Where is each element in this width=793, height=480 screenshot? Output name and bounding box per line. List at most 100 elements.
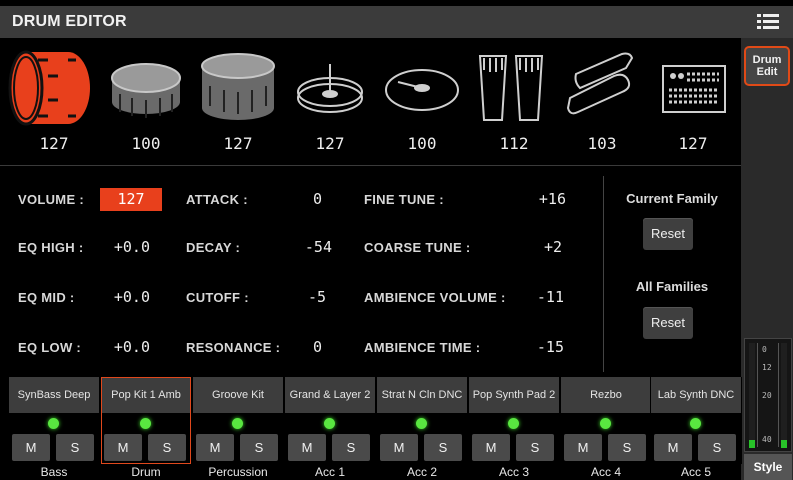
attack-label: ATTACK : — [186, 192, 248, 207]
coarse-tune-value[interactable]: +2 — [510, 238, 562, 256]
selected-track-frame — [101, 377, 191, 464]
volume-label: VOLUME : — [18, 192, 84, 207]
fine-tune-value[interactable]: +16 — [510, 190, 566, 208]
reset-current-family-button[interactable]: Reset — [643, 218, 693, 250]
current-family-label: Current Family — [626, 191, 718, 206]
solo-button[interactable]: S — [698, 434, 736, 461]
page-title: DRUM EDITOR — [12, 13, 127, 30]
shaker-icon — [566, 52, 634, 115]
family-hihat[interactable]: 127 — [284, 40, 376, 162]
track-acc3: Pop Synth Pad 2 M S — [468, 377, 560, 464]
family-tom[interactable]: 127 — [192, 40, 284, 162]
drum-edit-label-1: Drum — [752, 54, 782, 66]
kick-drum-icon — [8, 50, 90, 126]
mute-button[interactable]: M — [288, 434, 326, 461]
track-label-acc5: Acc 5 — [680, 465, 711, 479]
mute-button[interactable]: M — [654, 434, 692, 461]
solo-button[interactable]: S — [424, 434, 462, 461]
all-families-label: All Families — [635, 279, 709, 294]
track-label-acc4: Acc 4 — [590, 465, 621, 479]
track-sound-name[interactable]: Groove Kit — [193, 377, 283, 413]
mute-button[interactable]: M — [380, 434, 418, 461]
family-shaker[interactable]: 103 — [556, 40, 648, 162]
family-drum-machine[interactable]: 127 — [647, 40, 739, 162]
track-label-acc3: Acc 3 — [498, 465, 529, 479]
tom-drum-icon — [201, 53, 275, 120]
track-percussion: Groove Kit M S — [192, 377, 284, 464]
volume-value-field[interactable]: 127 — [100, 188, 162, 211]
eq-high-value[interactable]: +0.0 — [100, 238, 150, 256]
drum-edit-button[interactable]: Drum Edit — [744, 46, 790, 86]
meter-tick-0: 0 — [762, 345, 767, 354]
track-acc4: Rezbo M S — [560, 377, 652, 464]
solo-button[interactable]: S — [608, 434, 646, 461]
track-sound-name[interactable]: Strat N Cln DNC — [377, 377, 467, 413]
track-label-drum: Drum — [131, 465, 161, 479]
reset-all-families-button[interactable]: Reset — [643, 307, 693, 339]
family-snare[interactable]: 100 — [100, 40, 192, 162]
mute-button[interactable]: M — [564, 434, 602, 461]
hihat-cymbal-icon — [297, 64, 363, 113]
resonance-value[interactable]: 0 — [286, 338, 322, 356]
track-sound-name[interactable]: Pop Synth Pad 2 — [469, 377, 559, 413]
eq-mid-value[interactable]: +0.0 — [100, 288, 150, 306]
track-sound-name[interactable]: Grand & Layer 2 — [285, 377, 375, 413]
solo-button[interactable]: S — [332, 434, 370, 461]
family-kick[interactable]: 127 — [8, 40, 100, 162]
decay-label: DECAY : — [186, 240, 241, 255]
family-ride[interactable]: 100 — [376, 40, 468, 162]
track-acc2: Strat N Cln DNC M S — [376, 377, 468, 464]
eq-low-value[interactable]: +0.0 — [100, 338, 150, 356]
ambience-volume-label: AMBIENCE VOLUME : — [364, 290, 506, 305]
track-label-bass: Bass — [40, 465, 68, 479]
cutoff-label: CUTOFF : — [186, 290, 249, 305]
track-label-acc1: Acc 1 — [314, 465, 345, 479]
hamburger-menu-icon[interactable] — [757, 14, 779, 30]
track-active-led — [416, 418, 427, 429]
meter-tick-40: 40 — [762, 435, 772, 444]
family-value: 112 — [499, 134, 529, 153]
ambience-time-value[interactable]: -15 — [520, 338, 564, 356]
attack-value[interactable]: 0 — [286, 190, 322, 208]
track-acc1: Grand & Layer 2 M S — [284, 377, 376, 464]
drum-edit-label-2: Edit — [756, 66, 778, 78]
meter-right — [781, 343, 787, 448]
ride-cymbal-icon — [385, 69, 459, 111]
drum-machine-icon — [662, 65, 726, 113]
track-active-led — [232, 418, 243, 429]
track-bass: SynBass Deep M S — [8, 377, 100, 464]
family-value: 127 — [39, 134, 69, 153]
family-value: 100 — [407, 134, 437, 153]
style-button[interactable]: Style — [744, 454, 792, 480]
family-value: 103 — [587, 134, 617, 153]
mute-button[interactable]: M — [196, 434, 234, 461]
ambience-time-label: AMBIENCE TIME : — [364, 340, 481, 355]
mute-button[interactable]: M — [12, 434, 50, 461]
cutoff-value[interactable]: -5 — [286, 288, 326, 306]
ambience-volume-value[interactable]: -11 — [520, 288, 564, 306]
decay-value[interactable]: -54 — [286, 238, 332, 256]
family-conga[interactable]: 112 — [468, 40, 560, 162]
header-bar: DRUM EDITOR — [0, 6, 793, 38]
eq-low-label: EQ LOW : — [18, 340, 82, 355]
meter-scale: 0 12 20 40 — [757, 343, 779, 447]
level-meter: 0 12 20 40 — [744, 338, 792, 452]
track-active-led — [690, 418, 701, 429]
track-acc5: Lab Synth DNC M S — [650, 377, 742, 464]
divider — [0, 165, 741, 166]
track-sound-name[interactable]: Lab Synth DNC — [651, 377, 741, 413]
track-active-led — [324, 418, 335, 429]
track-label-acc2: Acc 2 — [406, 465, 437, 479]
solo-button[interactable]: S — [56, 434, 94, 461]
fine-tune-label: FINE TUNE : — [364, 192, 444, 207]
conga-icon — [478, 55, 544, 121]
track-sound-name[interactable]: Rezbo — [561, 377, 651, 413]
eq-mid-label: EQ MID : — [18, 290, 75, 305]
family-value: 100 — [131, 134, 161, 153]
solo-button[interactable]: S — [516, 434, 554, 461]
track-sound-name[interactable]: SynBass Deep — [9, 377, 99, 413]
track-active-led — [600, 418, 611, 429]
solo-button[interactable]: S — [240, 434, 278, 461]
eq-high-label: EQ HIGH : — [18, 240, 84, 255]
mute-button[interactable]: M — [472, 434, 510, 461]
